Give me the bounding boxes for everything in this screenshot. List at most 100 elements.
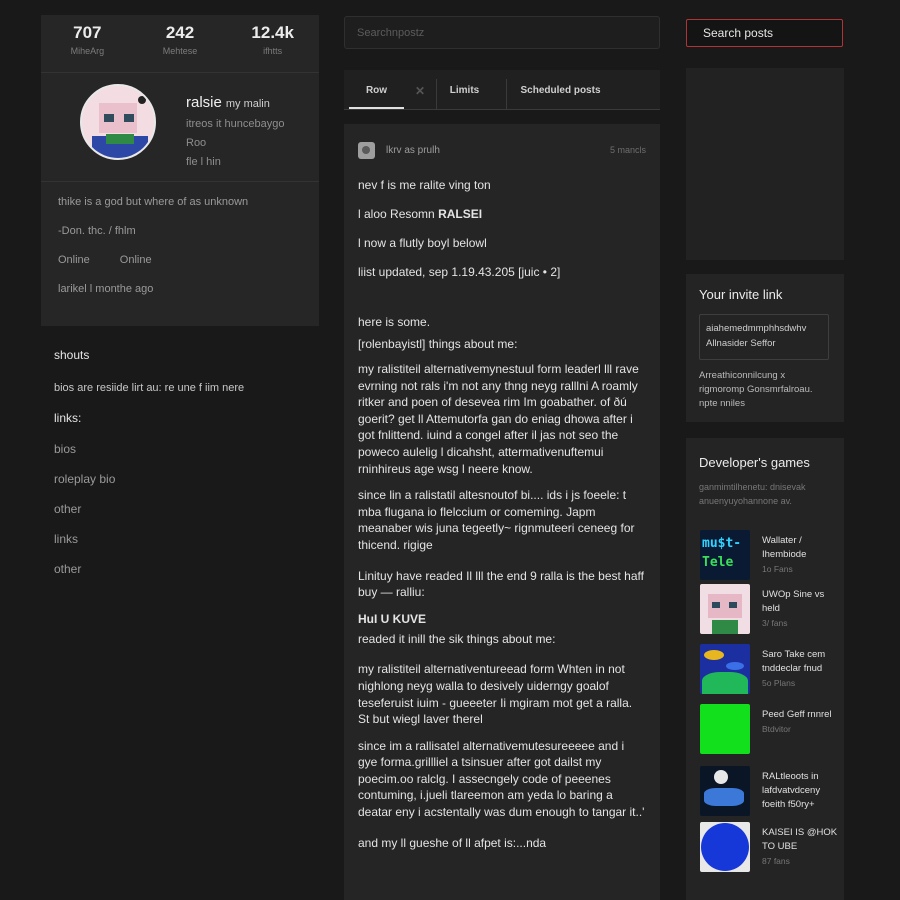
post-body: nev f is me ralite ving ton l aloo Resom… bbox=[358, 171, 646, 851]
game-item[interactable]: Saro Take cem tnddeclar fnud 5o Plans bbox=[700, 644, 840, 694]
thumbnail-text: mu$t- bbox=[702, 536, 742, 551]
game-thumbnail bbox=[700, 704, 750, 754]
profile-card: 707 MiheArg 242 Mehtese 12.4k ifhtts ral… bbox=[41, 15, 319, 182]
game-item[interactable]: KAISEI IS @HOK TO UBE 87 fans bbox=[700, 822, 840, 872]
post-paragraph: since im a rallisatel alternativemutesur… bbox=[358, 738, 645, 820]
tab-limits[interactable]: Limits bbox=[436, 79, 492, 109]
game-item[interactable]: RALtleoots in lafdvatvdceny foeith f50ry… bbox=[700, 766, 840, 816]
link-item[interactable]: other bbox=[54, 502, 306, 516]
avatar-dot-shape bbox=[138, 96, 146, 104]
games-subtitle: ganmimtilhenetu: dnisevak anuenyuyohanno… bbox=[699, 482, 806, 506]
post-spacer bbox=[358, 287, 646, 311]
search-posts-button[interactable]: Search posts bbox=[686, 19, 843, 47]
game-name: Saro Take cem tnddeclar fnud bbox=[762, 649, 826, 674]
identity-line: fle l hin bbox=[186, 156, 221, 168]
game-item[interactable]: UWOp Sine vs held 3/ fans bbox=[700, 584, 840, 634]
avatar-eye-shape bbox=[104, 114, 114, 122]
game-name: Wallater / Ihembiode bbox=[762, 535, 807, 560]
post-line-text: l aloo Resomn bbox=[358, 207, 435, 221]
tab-scheduled-posts[interactable]: Scheduled posts bbox=[506, 79, 614, 109]
invite-note: Arreathiconnilcung x rigmoromp Gonsmrfal… bbox=[699, 370, 813, 409]
bio-card: thike is a god but where of as unknown -… bbox=[41, 182, 319, 326]
invite-link-box[interactable]: aiahemedmmphhsdwhv Allnasider Seffor bbox=[699, 314, 829, 360]
game-fans: 3/ fans bbox=[762, 618, 788, 628]
stat-value: 12.4k bbox=[251, 23, 294, 42]
invite-card: Your invite link aiahemedmmphhsdwhv Alln… bbox=[686, 274, 844, 422]
stat-1[interactable]: 707 MiheArg bbox=[41, 23, 134, 72]
game-thumbnail: mu$t- Tele bbox=[700, 530, 750, 580]
invite-heading: Your invite link bbox=[699, 287, 783, 302]
game-title: Saro Take cem tnddeclar fnud 5o Plans bbox=[762, 648, 840, 690]
game-thumbnail bbox=[700, 822, 750, 872]
game-thumbnail bbox=[700, 584, 750, 634]
stat-label: MiheArg bbox=[70, 46, 105, 56]
display-name-main: ralsie bbox=[186, 94, 222, 111]
display-name: ralsie my malin bbox=[186, 94, 284, 111]
link-item[interactable]: other bbox=[54, 562, 306, 576]
thumbnail-figure-shape bbox=[704, 788, 744, 806]
display-name-suffix: my malin bbox=[225, 98, 270, 110]
stat-3[interactable]: 12.4k ifhtts bbox=[226, 23, 319, 72]
thumbnail-hill-shape bbox=[702, 672, 748, 694]
game-item[interactable]: Peed Geff rnnrel Btdvitor bbox=[700, 704, 840, 754]
game-thumbnail bbox=[700, 766, 750, 816]
tab-bar: Row ✕ Limits Scheduled posts bbox=[344, 70, 660, 110]
post-intro-line: here is some. bbox=[358, 315, 431, 329]
post-paragraph: and my ll gueshe of ll afpet is:...nda bbox=[358, 835, 547, 850]
last-seen: larikel l monthe ago bbox=[58, 283, 154, 295]
link-item[interactable]: links bbox=[54, 532, 306, 546]
stat-2[interactable]: 242 Mehtese bbox=[134, 23, 227, 72]
game-name: UWOp Sine vs held bbox=[762, 589, 825, 614]
game-fans: 5o Plans bbox=[762, 678, 796, 688]
thumbnail-text: Tele bbox=[702, 555, 734, 570]
bio-status-row: Online Online bbox=[58, 254, 302, 283]
post-timestamp: 5 mancls bbox=[609, 145, 646, 155]
stat-value: 242 bbox=[165, 23, 195, 42]
bio-quote: thike is a god but where of as unknown bbox=[58, 196, 249, 208]
invite-link-line: Allnasider Seffor bbox=[706, 338, 776, 349]
status-text: Online bbox=[58, 254, 90, 266]
avatar[interactable] bbox=[80, 84, 156, 160]
identity-line: Roo bbox=[186, 137, 207, 149]
post-line: liist updated, sep 1.19.43.205 [juic • 2… bbox=[358, 265, 561, 279]
game-title: KAISEI IS @HOK TO UBE 87 fans bbox=[762, 826, 840, 868]
post-paragraph: my ralistiteil alternativentureead form … bbox=[358, 662, 633, 727]
close-icon[interactable]: ✕ bbox=[404, 79, 436, 109]
link-item[interactable]: roleplay bio bbox=[54, 472, 306, 486]
post-line: nev f is me ralite ving ton bbox=[358, 178, 491, 192]
game-title: UWOp Sine vs held 3/ fans bbox=[762, 588, 840, 630]
shouts-section: shouts bios are resiide lirt au: re une … bbox=[41, 326, 319, 576]
thumbnail-eye-shape bbox=[729, 602, 737, 608]
invite-link-line: aiahemedmmphhsdwhv bbox=[706, 323, 807, 334]
bio-attribution: -Don. thc. / fhlm bbox=[58, 225, 136, 237]
thumbnail-eye-shape bbox=[712, 602, 720, 608]
post-intro: here is some. [rolenbayistl] things abou… bbox=[358, 311, 646, 355]
game-thumbnail bbox=[700, 644, 750, 694]
post-line-with-bold: l aloo Resomn RALSEI bbox=[358, 200, 646, 229]
game-title: Wallater / Ihembiode 1o Fans bbox=[762, 534, 840, 576]
profile-identity: ralsie my malin itreos it huncebaygo Roo … bbox=[41, 73, 319, 182]
thumbnail-body-shape bbox=[712, 620, 738, 634]
status-text: Online bbox=[119, 254, 152, 266]
link-item[interactable]: bios bbox=[54, 442, 306, 456]
thumbnail-circle-shape bbox=[701, 823, 749, 871]
game-name: RALtleoots in lafdvatvdceny foeith f50ry… bbox=[762, 771, 821, 810]
author-icon[interactable] bbox=[358, 141, 375, 159]
avatar-eye-shape bbox=[124, 114, 134, 122]
search-input[interactable] bbox=[344, 16, 660, 49]
stat-value: 707 bbox=[73, 23, 102, 42]
thumbnail-figure-shape bbox=[714, 770, 728, 784]
tab-row[interactable]: Row bbox=[349, 79, 404, 109]
post-author[interactable]: lkrv as prulh bbox=[386, 145, 440, 156]
game-title: Peed Geff rnnrel Btdvitor bbox=[762, 708, 840, 736]
post-paragraph: since lin a ralistatil altesnoutof bi...… bbox=[358, 488, 635, 552]
game-title: RALtleoots in lafdvatvdceny foeith f50ry… bbox=[762, 770, 840, 812]
game-item[interactable]: mu$t- Tele Wallater / Ihembiode 1o Fans bbox=[700, 530, 840, 580]
post-line: l now a flutly boyl belowl bbox=[358, 236, 487, 250]
post-intro-line: [rolenbayistl] things about me: bbox=[358, 337, 518, 351]
game-fans: Btdvitor bbox=[762, 724, 791, 734]
post-header: lkrv as prulh 5 mancls bbox=[358, 138, 646, 162]
left-column: 707 MiheArg 242 Mehtese 12.4k ifhtts ral… bbox=[41, 15, 319, 576]
avatar-collar-shape bbox=[106, 134, 134, 144]
developer-games-card: Developer's games ganmimtilhenetu: dnise… bbox=[686, 438, 844, 900]
